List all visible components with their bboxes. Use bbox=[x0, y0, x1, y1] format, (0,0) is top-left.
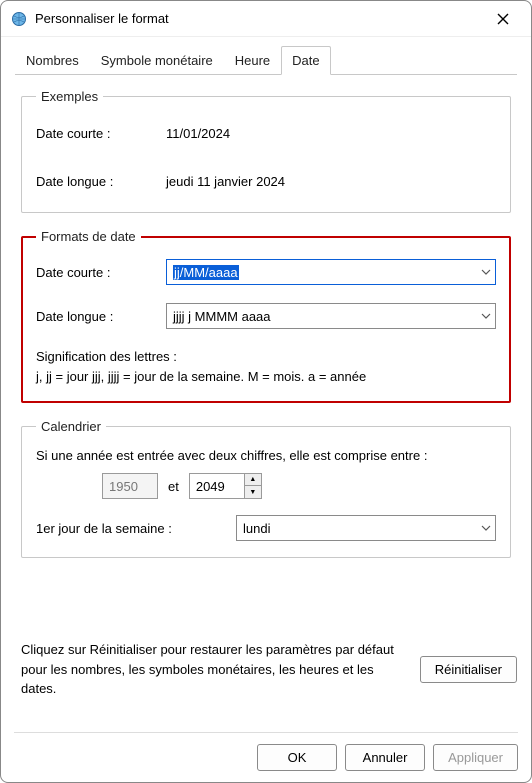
apply-button[interactable]: Appliquer bbox=[433, 744, 518, 771]
letters-note: Signification des lettres : j, jj = jour… bbox=[36, 347, 496, 386]
long-date-format-combo[interactable]: jjjj j MMMM aaaa bbox=[166, 303, 496, 329]
spin-up-button[interactable]: ▲ bbox=[245, 474, 261, 486]
short-date-format-combo[interactable]: jj/MM/aaaa bbox=[166, 259, 496, 285]
year-and-label: et bbox=[168, 479, 179, 494]
dialog-button-bar: OK Annuler Appliquer bbox=[257, 744, 518, 771]
two-digit-year-text: Si une année est entrée avec deux chiffr… bbox=[36, 448, 496, 463]
calendar-group: Calendrier Si une année est entrée avec … bbox=[21, 419, 511, 558]
close-icon bbox=[497, 13, 509, 25]
close-button[interactable] bbox=[485, 5, 521, 33]
letters-note-title: Signification des lettres : bbox=[36, 347, 496, 367]
first-day-combo[interactable]: lundi bbox=[236, 515, 496, 541]
short-date-example-value: 11/01/2024 bbox=[166, 126, 496, 141]
chevron-down-icon bbox=[481, 269, 491, 275]
examples-legend: Exemples bbox=[36, 89, 103, 104]
short-date-example-label: Date courte : bbox=[36, 126, 166, 141]
tab-currency[interactable]: Symbole monétaire bbox=[90, 46, 224, 75]
chevron-down-icon bbox=[481, 313, 491, 319]
reset-description: Cliquez sur Réinitialiser pour restaurer… bbox=[21, 640, 406, 699]
long-date-example-label: Date longue : bbox=[36, 174, 166, 189]
long-date-format-label: Date longue : bbox=[36, 309, 166, 324]
long-date-format-value: jjjj j MMMM aaaa bbox=[173, 309, 481, 324]
long-date-example-value: jeudi 11 janvier 2024 bbox=[166, 174, 496, 189]
year-to-input[interactable] bbox=[189, 473, 245, 499]
spin-down-button[interactable]: ▼ bbox=[245, 486, 261, 498]
first-day-label: 1er jour de la semaine : bbox=[36, 521, 226, 536]
tab-strip: Nombres Symbole monétaire Heure Date bbox=[1, 37, 531, 74]
separator bbox=[14, 732, 518, 733]
globe-icon bbox=[11, 11, 27, 27]
letters-note-body: j, jj = jour jjj, jjjj = jour de la sema… bbox=[36, 367, 496, 387]
cancel-button[interactable]: Annuler bbox=[345, 744, 425, 771]
short-date-format-value: jj/MM/aaaa bbox=[173, 265, 481, 280]
window-title: Personnaliser le format bbox=[35, 11, 485, 26]
ok-button[interactable]: OK bbox=[257, 744, 337, 771]
year-from-input bbox=[102, 473, 158, 499]
tab-time[interactable]: Heure bbox=[224, 46, 281, 75]
title-bar: Personnaliser le format bbox=[1, 1, 531, 37]
tab-panel-date: Exemples Date courte : 11/01/2024 Date l… bbox=[15, 74, 517, 580]
chevron-down-icon bbox=[481, 525, 491, 531]
reset-section: Cliquez sur Réinitialiser pour restaurer… bbox=[21, 640, 517, 699]
tab-date[interactable]: Date bbox=[281, 46, 330, 75]
first-day-value: lundi bbox=[243, 521, 481, 536]
year-to-spinner[interactable]: ▲ ▼ bbox=[245, 473, 262, 499]
formats-legend: Formats de date bbox=[36, 229, 141, 244]
date-formats-group: Formats de date Date courte : jj/MM/aaaa… bbox=[21, 229, 511, 403]
reset-button[interactable]: Réinitialiser bbox=[420, 656, 517, 683]
short-date-format-label: Date courte : bbox=[36, 265, 166, 280]
calendar-legend: Calendrier bbox=[36, 419, 106, 434]
tab-numbers[interactable]: Nombres bbox=[15, 46, 90, 75]
examples-group: Exemples Date courte : 11/01/2024 Date l… bbox=[21, 89, 511, 213]
